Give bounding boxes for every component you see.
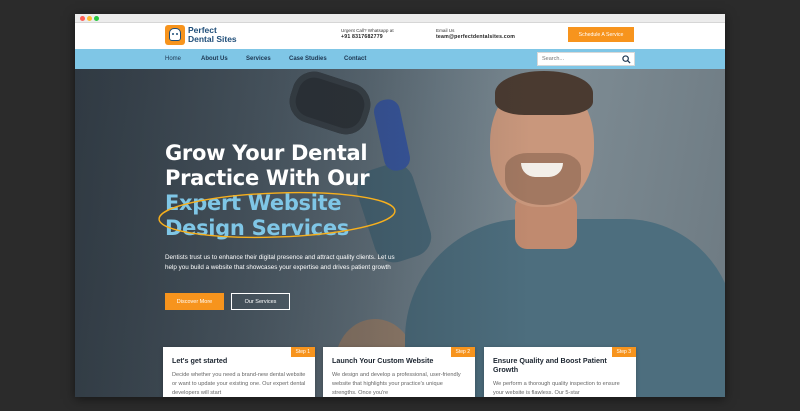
card-text: We design and develop a professional, us… (332, 372, 461, 396)
nav-contact[interactable]: Contact (344, 49, 366, 69)
card-title: Ensure Quality and Boost Patient Growth (493, 356, 607, 374)
card-title: Let's get started (172, 356, 228, 365)
tooth-logo-icon (165, 25, 185, 45)
card-title: Launch Your Custom Website (332, 356, 434, 365)
window-titlebar (75, 14, 725, 23)
step-badge: Step 3 (611, 347, 636, 357)
search-box (537, 52, 635, 66)
nav-home[interactable]: Home (165, 49, 181, 69)
step-badge: Step 1 (290, 347, 315, 357)
minimize-window-icon[interactable] (87, 16, 92, 21)
step-card-3[interactable]: Step 3 Ensure Quality and Boost Patient … (484, 347, 636, 397)
maximize-window-icon[interactable] (94, 16, 99, 21)
main-nav: Home About Us Services Case Studies Cont… (75, 49, 725, 69)
nav-case-studies[interactable]: Case Studies (289, 49, 327, 69)
nav-about-us[interactable]: About Us (201, 49, 228, 69)
schedule-service-button[interactable]: Schedule A Service (568, 27, 634, 42)
step-card-2[interactable]: Step 2 Launch Your Custom Website We des… (323, 347, 475, 397)
hero-description: Dentists trust us to enhance their digit… (165, 254, 395, 271)
close-window-icon[interactable] (80, 16, 85, 21)
email-address[interactable]: team@perfectdentalsites.com (436, 34, 515, 40)
phone-number[interactable]: +91 8317682779 (341, 34, 394, 40)
logo-line2: Dental Sites (188, 34, 237, 44)
card-text: Decide whether you need a brand-new dent… (172, 372, 306, 396)
email-contact: Email Us team@perfectdentalsites.com (436, 28, 515, 40)
hero-section: Grow Your Dental Practice With Our Exper… (75, 69, 725, 397)
step-card-1[interactable]: Step 1 Let's get started Decide whether … (163, 347, 315, 397)
card-text: We perform a thorough quality inspection… (493, 381, 620, 396)
browser-window: Perfect Dental Sites Urgent Call? Whatsa… (75, 14, 725, 397)
search-input[interactable] (538, 53, 620, 65)
discover-more-button[interactable]: Discover More (165, 293, 224, 310)
highlight-ellipse-icon (158, 191, 396, 239)
site-logo[interactable]: Perfect Dental Sites (165, 25, 237, 45)
search-icon[interactable] (622, 55, 631, 64)
step-badge: Step 2 (450, 347, 475, 357)
phone-contact: Urgent Call? Whatsapp at +91 8317682779 (341, 28, 394, 40)
nav-services[interactable]: Services (246, 49, 271, 69)
our-services-button[interactable]: Our Services (231, 293, 290, 310)
site-header: Perfect Dental Sites Urgent Call? Whatsa… (75, 23, 725, 49)
